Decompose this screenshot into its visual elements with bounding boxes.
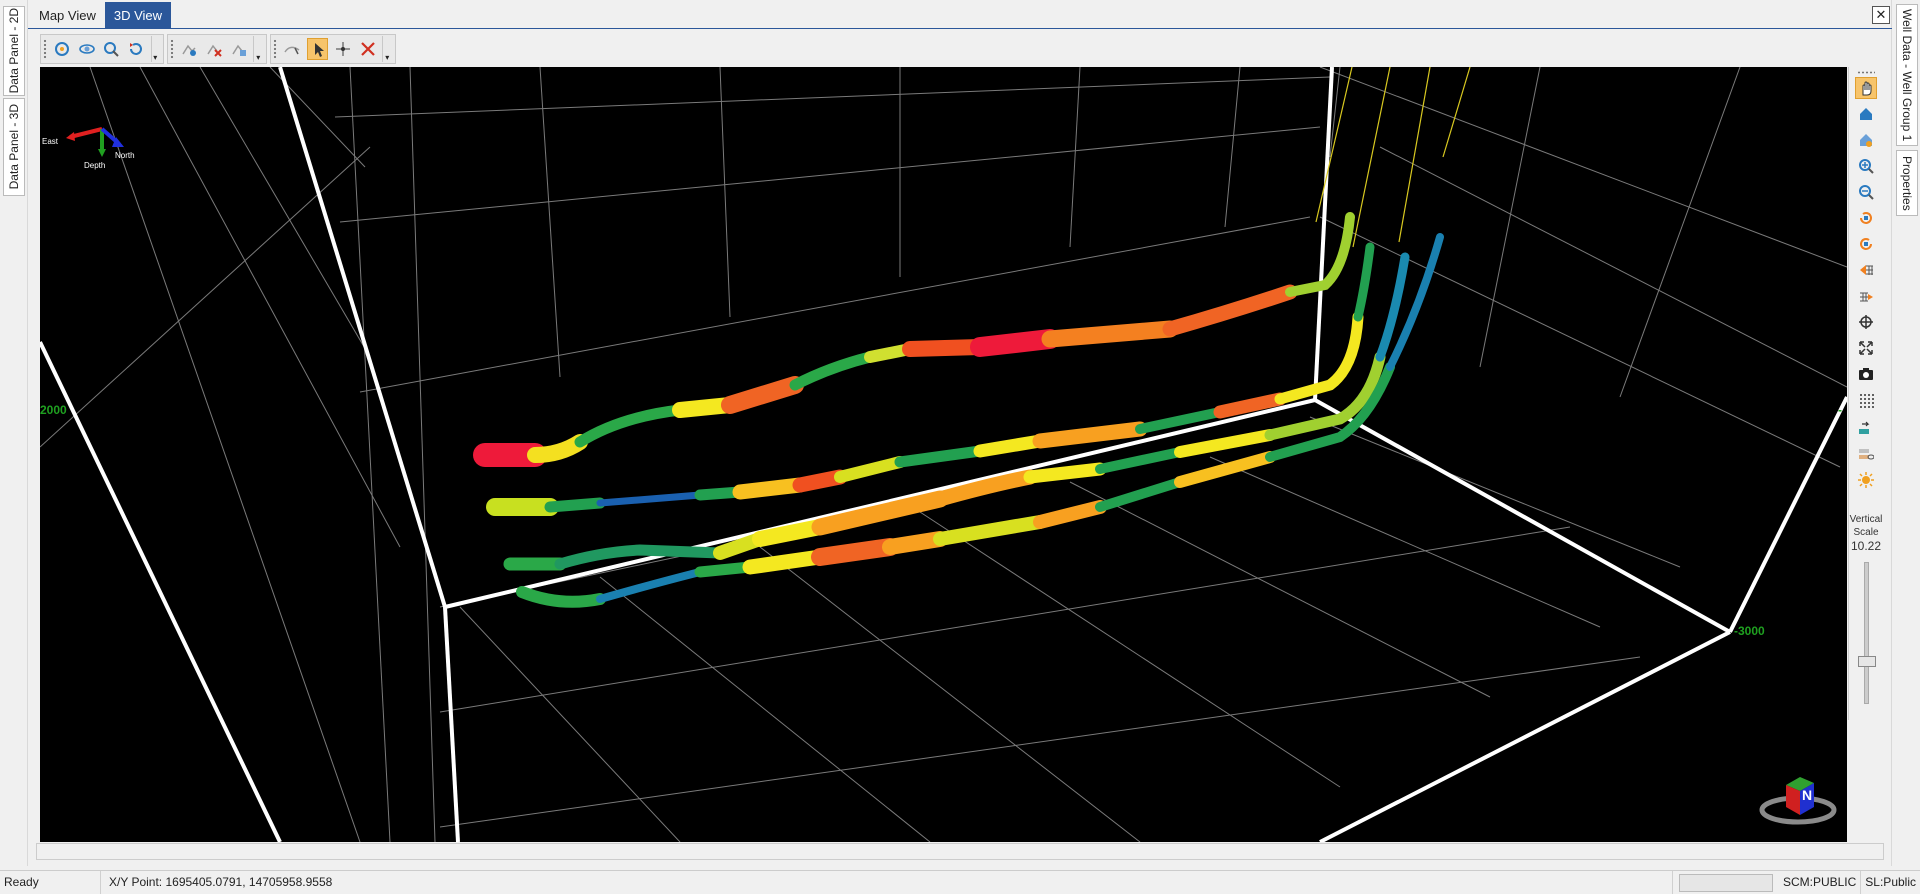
rotate-left-icon[interactable]	[1855, 207, 1877, 229]
tab-3d-view[interactable]: 3D View	[104, 2, 172, 29]
well-vertical-lines	[1315, 67, 1471, 248]
status-sl: SL:Public	[1865, 875, 1916, 889]
vertical-scale-slider-thumb[interactable]	[1858, 656, 1876, 667]
well-trajectories	[473, 212, 1444, 608]
3d-viewport[interactable]: 2000 -3000 - East North Depth N	[40, 67, 1847, 842]
left-dock-panel: Data Panel - 2D Data Panel - 3D	[0, 0, 28, 866]
layer-visibility-icon[interactable]	[1855, 443, 1877, 465]
status-ready: Ready	[0, 871, 101, 894]
depth-label-edge: -	[1838, 403, 1842, 417]
nav-cube[interactable]: N	[1758, 767, 1838, 827]
grid-settings-icon[interactable]	[1855, 259, 1877, 281]
move-point-icon[interactable]	[332, 38, 353, 60]
3d-scene[interactable]	[40, 67, 1847, 842]
tab-underline	[28, 28, 1892, 29]
tab-data-panel-3d[interactable]: Data Panel - 3D	[3, 98, 25, 196]
toolbar-overflow[interactable]: ▾	[253, 36, 262, 62]
toolbar-grip[interactable]	[273, 39, 277, 59]
tab-well-data[interactable]: Well Data - Well Group 1	[1896, 4, 1918, 146]
orientation-axes: East North Depth	[40, 117, 160, 177]
toolbar-grip[interactable]	[170, 39, 174, 59]
edit-well-icon[interactable]	[229, 38, 250, 60]
draw-line-icon[interactable]	[282, 38, 303, 60]
nav-cube-icon[interactable]	[1758, 767, 1838, 827]
pan-hand-icon[interactable]	[1855, 77, 1877, 99]
nav-cube-label: N	[1802, 787, 1813, 803]
remove-well-icon[interactable]	[204, 38, 225, 60]
vertical-scale-slider-track[interactable]	[1864, 562, 1869, 704]
tab-data-panel-2d[interactable]: Data Panel - 2D	[3, 6, 25, 96]
toolbar-grip[interactable]	[1857, 71, 1875, 74]
add-well-icon[interactable]	[179, 38, 200, 60]
reset-view-icon[interactable]	[126, 38, 147, 60]
horizontal-scrollbar[interactable]	[36, 843, 1884, 860]
tab-map-view[interactable]: Map View	[30, 2, 105, 29]
depth-label-right: -3000	[1734, 624, 1765, 638]
fit-extents-icon[interactable]	[1855, 337, 1877, 359]
vertical-scale-label-2: Scale	[1853, 527, 1879, 538]
compass-depth-label: Depth	[84, 161, 106, 170]
toolbar-select: ▾	[270, 34, 396, 64]
dot-grid-icon[interactable]	[1855, 389, 1877, 411]
zoom-out-icon[interactable]	[1855, 181, 1877, 203]
status-xy-point: X/Y Point: 1695405.0791, 14705958.9558	[101, 871, 1673, 894]
toolbar-overflow[interactable]: ▾	[382, 36, 391, 62]
close-button[interactable]: ✕	[1872, 6, 1890, 24]
refresh-view-icon[interactable]	[52, 38, 73, 60]
delete-icon[interactable]	[357, 38, 378, 60]
toolbar-overflow[interactable]: ▾	[150, 36, 160, 62]
zoom-view-icon[interactable]	[101, 38, 122, 60]
camera-icon[interactable]	[1855, 363, 1877, 385]
compass-east-label: East	[42, 137, 59, 146]
vertical-scale-value: 10.22	[1850, 539, 1882, 553]
view-tools-toolbar: Vertical Scale 10.22	[1848, 67, 1883, 720]
status-progress-bar	[1678, 873, 1773, 892]
toolbar-wells: ▾	[167, 34, 267, 64]
status-scm: SCM:PUBLIC	[1779, 871, 1862, 894]
layer-transfer-icon[interactable]	[1855, 417, 1877, 439]
tab-properties[interactable]: Properties	[1896, 150, 1918, 216]
orbit-view-icon[interactable]	[76, 38, 97, 60]
zoom-in-icon[interactable]	[1855, 155, 1877, 177]
grid-arrow-icon[interactable]	[1855, 285, 1877, 307]
compass-north-label: North	[115, 151, 135, 160]
status-bar: Ready X/Y Point: 1695405.0791, 14705958.…	[0, 870, 1920, 894]
crosshair-icon[interactable]	[1855, 311, 1877, 333]
lighting-icon[interactable]	[1855, 469, 1877, 491]
home-icon[interactable]	[1855, 103, 1877, 125]
toolbar-view: ▾	[40, 34, 164, 64]
select-pointer-icon[interactable]	[306, 38, 329, 60]
right-dock-panel: Well Data - Well Group 1 Properties	[1891, 0, 1920, 866]
toolbar-grip[interactable]	[43, 39, 47, 59]
vertical-scale-label-1: Vertical	[1849, 514, 1883, 525]
depth-label-left: 2000	[40, 403, 67, 417]
rotate-right-icon[interactable]	[1855, 233, 1877, 255]
home-view-icon[interactable]	[1855, 129, 1877, 151]
view-tabs: Map View 3D View	[30, 2, 172, 29]
